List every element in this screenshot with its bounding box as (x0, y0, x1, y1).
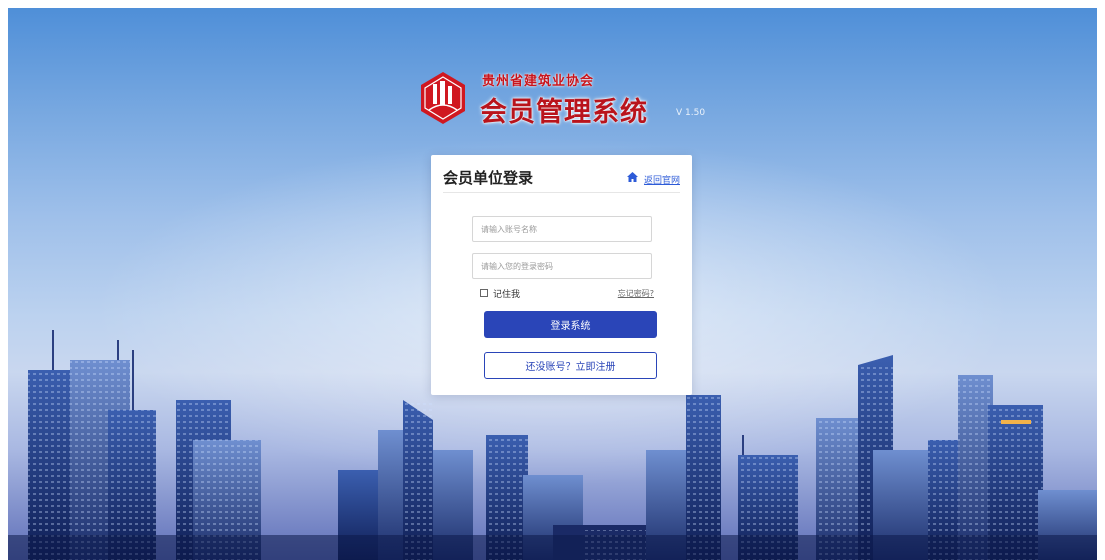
login-card-header: 会员单位登录 返回官网 (443, 163, 680, 193)
system-logo: 贵州省建筑业协会 会员管理系统 V 1.50 (418, 66, 738, 136)
login-button[interactable]: 登录系统 (484, 311, 657, 338)
register-button[interactable]: 还没账号？立即注册 (484, 352, 657, 379)
logo-subtitle: 贵州省建筑业协会 (482, 74, 595, 89)
username-input[interactable] (472, 216, 652, 242)
login-title: 会员单位登录 (443, 169, 534, 187)
remember-me-label: 记住我 (493, 289, 521, 300)
association-emblem-icon (421, 72, 465, 124)
version-label: V 1.50 (676, 108, 706, 118)
login-card: 会员单位登录 返回官网 记住我 忘记密码? 登录系统 还没账号？立即注册 (431, 155, 692, 395)
forgot-password-link[interactable]: 忘记密码? (618, 288, 654, 299)
logo-title: 会员管理系统 (480, 97, 648, 128)
city-background: 贵州省建筑业协会 会员管理系统 V 1.50 会员单位登录 返回官网 记住我 忘… (8, 8, 1097, 560)
back-to-site-link[interactable]: 返回官网 (644, 173, 680, 186)
home-icon[interactable] (627, 172, 638, 182)
password-input[interactable] (472, 253, 652, 279)
remember-me-checkbox[interactable] (480, 289, 488, 297)
remember-me-toggle[interactable]: 记住我 (480, 287, 521, 300)
